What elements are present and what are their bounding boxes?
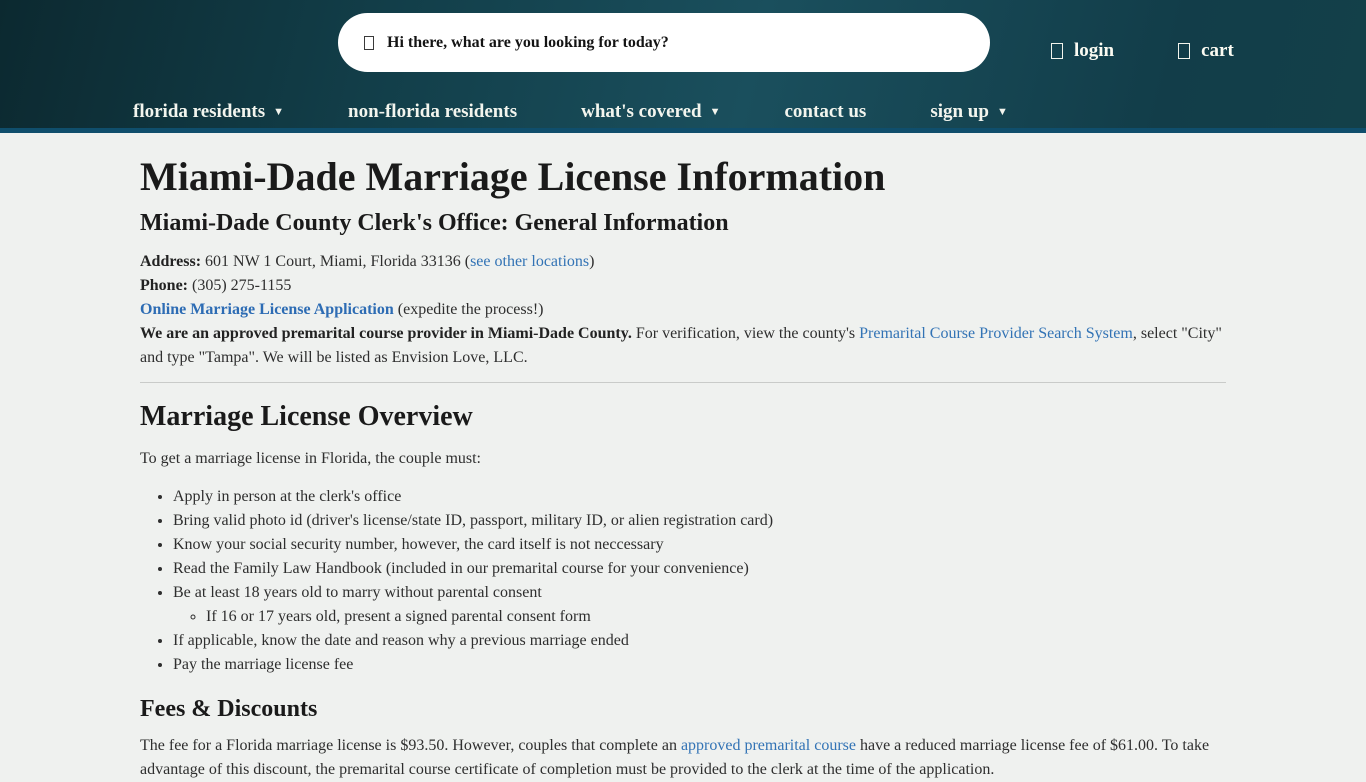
cart-button[interactable]: cart [1178,40,1234,62]
nav-label: sign up [930,102,989,121]
chevron-down-icon: ▼ [997,107,1008,118]
requirements-list: Apply in person at the clerk's office Br… [140,485,1226,677]
fees-paragraph: The fee for a Florida marriage license i… [140,734,1226,782]
section-subtitle: Miami-Dade County Clerk's Office: Genera… [140,210,1226,237]
list-item: Pay the marriage license fee [173,653,1226,677]
chevron-down-icon: ▼ [710,107,721,118]
nav-label: florida residents [133,102,265,121]
overview-heading: Marriage License Overview [140,401,1226,433]
search-icon [364,36,374,50]
list-item: If 16 or 17 years old, present a signed … [206,605,1226,629]
address-value: 601 NW 1 Court, Miami, Florida 33136 ( [205,253,470,270]
list-item-text: Be at least 18 years old to marry withou… [173,584,542,601]
provider-bold-text: We are an approved premarital course pro… [140,325,632,342]
nav-label: non-florida residents [348,102,517,121]
page-title: Miami-Dade Marriage License Information [140,154,1226,200]
online-application-link[interactable]: Online Marriage License Application [140,301,394,318]
search-bar[interactable] [338,13,990,72]
nav-item-sign-up[interactable]: sign up ▼ [930,102,1008,121]
main-nav: florida residents ▼ non-florida resident… [133,102,1366,121]
phone-line: Phone: (305) 275-1155 [140,274,1226,298]
account-links: login cart [1051,40,1234,62]
main-content: Miami-Dade Marriage License Information … [140,154,1226,782]
overview-intro: To get a marriage license in Florida, th… [140,447,1226,471]
list-item: Apply in person at the clerk's office [173,485,1226,509]
site-header: login cart florida residents ▼ non-flori… [0,0,1366,133]
fees-heading: Fees & Discounts [140,696,1226,723]
nav-label: contact us [785,102,867,121]
phone-value: (305) 275-1155 [192,277,291,294]
address-suffix: ) [589,253,594,270]
requirements-sublist: If 16 or 17 years old, present a signed … [173,605,1226,629]
list-item: If applicable, know the date and reason … [173,629,1226,653]
address-line: Address: 601 NW 1 Court, Miami, Florida … [140,250,1226,274]
address-label: Address: [140,253,201,270]
user-icon [1051,43,1063,59]
nav-item-non-florida-residents[interactable]: non-florida residents [348,102,517,121]
nav-item-whats-covered[interactable]: what's covered ▼ [581,102,720,121]
list-item: Bring valid photo id (driver's license/s… [173,509,1226,533]
section-divider [140,382,1226,383]
chevron-down-icon: ▼ [273,107,284,118]
nav-item-florida-residents[interactable]: florida residents ▼ [133,102,284,121]
list-item: Be at least 18 years old to marry withou… [173,581,1226,629]
cart-label: cart [1201,40,1234,62]
provider-line: We are an approved premarital course pro… [140,322,1226,370]
login-button[interactable]: login [1051,40,1114,62]
cart-icon [1178,43,1190,59]
nav-item-contact-us[interactable]: contact us [785,102,867,121]
provider-text: For verification, view the county's [636,325,859,342]
phone-label: Phone: [140,277,188,294]
login-label: login [1074,40,1114,62]
fees-text: The fee for a Florida marriage license i… [140,737,681,754]
application-suffix: (expedite the process!) [394,301,544,318]
header-top: login cart [0,0,1366,72]
premarital-course-link[interactable]: approved premarital course [681,737,856,754]
list-item: Read the Family Law Handbook (included i… [173,557,1226,581]
nav-label: what's covered [581,102,702,121]
see-other-locations-link[interactable]: see other locations [470,253,589,270]
list-item: Know your social security number, howeve… [173,533,1226,557]
provider-search-link[interactable]: Premarital Course Provider Search System [859,325,1133,342]
application-line: Online Marriage License Application (exp… [140,298,1226,322]
search-input[interactable] [385,33,964,53]
